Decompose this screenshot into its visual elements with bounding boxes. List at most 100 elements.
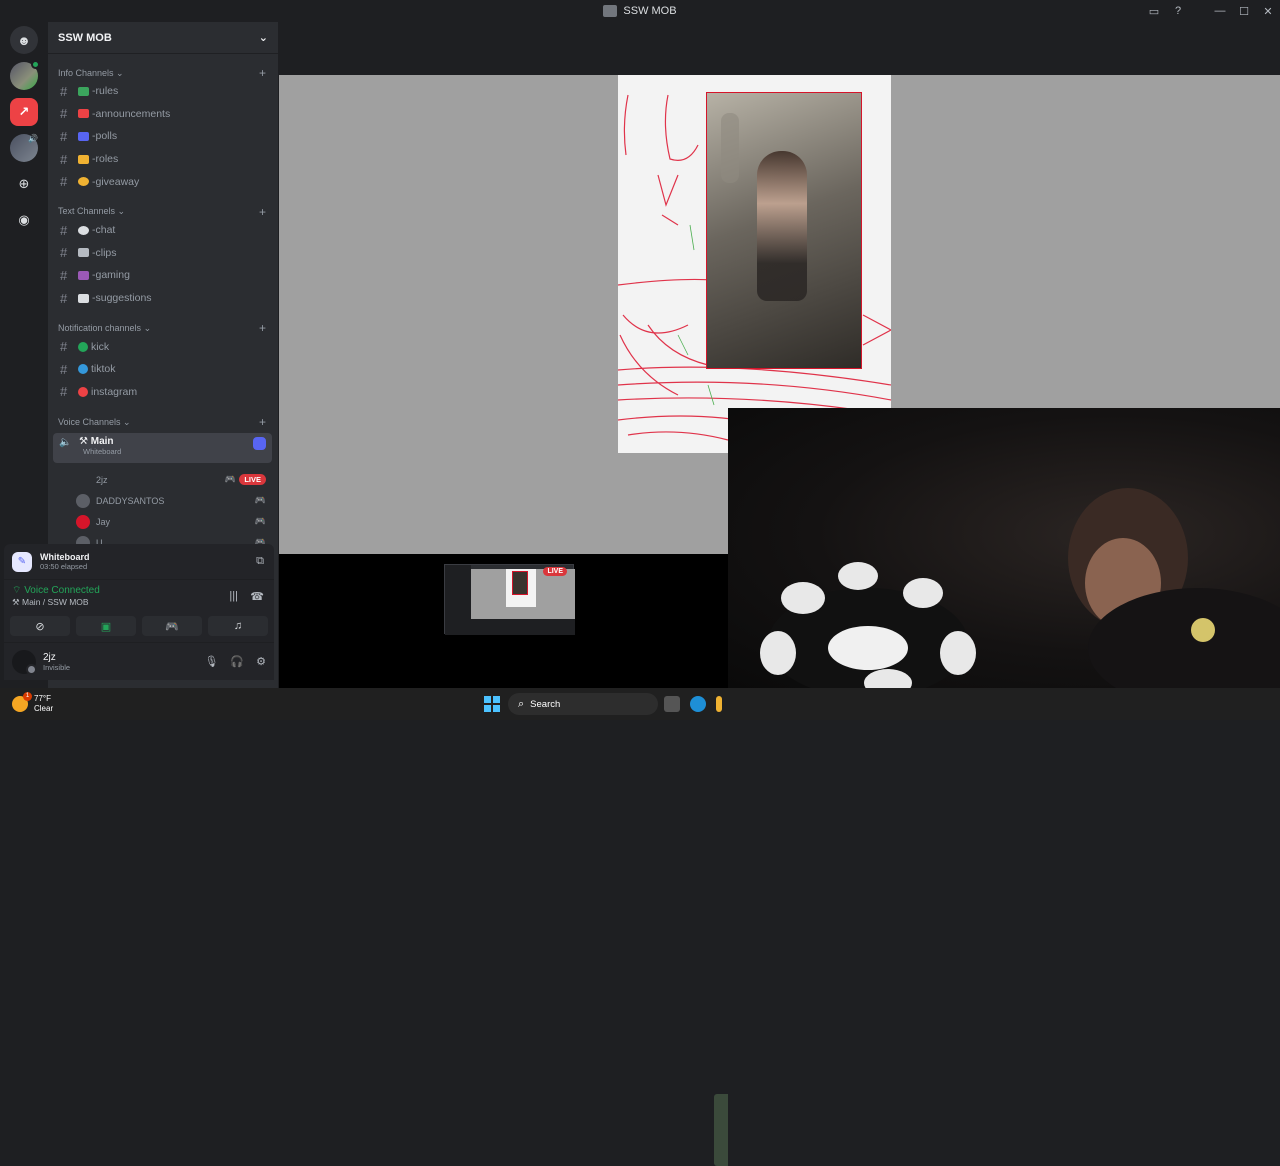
- activity-button[interactable]: 🎮: [142, 616, 202, 636]
- username[interactable]: 2jz: [43, 652, 70, 663]
- window-title: SSW MOB: [603, 5, 677, 17]
- hash-icon: #: [60, 151, 68, 167]
- maximize-button[interactable]: ☐: [1232, 5, 1256, 18]
- headphones-icon[interactable]: 🎧: [230, 655, 244, 668]
- server-icon-3[interactable]: 🔊: [10, 134, 38, 162]
- disconnect-icon[interactable]: ☎: [250, 590, 264, 603]
- channel-kick[interactable]: # kick: [48, 335, 278, 358]
- channel-label: -roles: [92, 153, 119, 166]
- channel-label: -polls: [92, 130, 118, 143]
- webcam-feed[interactable]: [728, 408, 1280, 688]
- avatar: [76, 473, 90, 487]
- chart-icon: [78, 131, 89, 141]
- voice-user-name: Jay: [96, 516, 111, 527]
- server-name: SSW MOB: [58, 31, 112, 44]
- voice-channel-main[interactable]: 🔈 ⚒ Main Whiteboard: [53, 433, 272, 464]
- help-icon[interactable]: ?: [1166, 5, 1190, 17]
- category-label: Notification channels: [58, 322, 142, 333]
- activity-icon[interactable]: [253, 437, 266, 451]
- channel-chat[interactable]: # -chat: [48, 219, 278, 242]
- server-icon-2[interactable]: ↗: [10, 98, 38, 126]
- chevron-down-icon: ⌄: [258, 32, 268, 44]
- voice-user-2jz[interactable]: 2jz 🎮 LIVE: [48, 469, 278, 490]
- start-button[interactable]: [484, 696, 500, 712]
- add-channel-icon[interactable]: +: [259, 205, 266, 219]
- edge-icon[interactable]: [690, 696, 706, 712]
- soundboard-button[interactable]: ♫: [208, 616, 268, 636]
- stream-thumbnails: LIVE: [279, 554, 728, 1166]
- home-button[interactable]: ☻: [10, 26, 38, 54]
- popout-icon[interactable]: ⧉: [256, 555, 264, 568]
- voice-user-daddysantos[interactable]: DADDYSANTOS 🎮: [48, 490, 278, 511]
- user-status: Invisible: [43, 662, 71, 672]
- add-channel-icon[interactable]: +: [259, 321, 266, 335]
- voice-panel: ✎ Whiteboard 03:50 elapsed ⧉ ⌔ Voice Con…: [4, 544, 274, 680]
- category-text[interactable]: Text Channels ⌄ +: [48, 205, 278, 219]
- category-info[interactable]: Info Channels ⌄ +: [48, 66, 278, 80]
- hammer-icon: ⚒: [79, 436, 88, 448]
- voice-location[interactable]: Main / SSW MOB: [22, 597, 89, 607]
- activity-status[interactable]: ✎ Whiteboard 03:50 elapsed ⧉: [4, 544, 274, 580]
- window-title-text: SSW MOB: [623, 5, 677, 17]
- stream-thumbnail[interactable]: LIVE: [444, 564, 575, 635]
- channel-roles[interactable]: # -roles: [48, 148, 278, 171]
- explore-button[interactable]: ◉: [10, 206, 38, 234]
- megaphone-icon: [78, 109, 89, 119]
- search-box[interactable]: ⌕ Search: [508, 693, 658, 715]
- weather-widget[interactable]: 77°F Clear: [12, 692, 53, 714]
- channel-rules[interactable]: # -rules: [48, 80, 278, 103]
- noise-suppression-icon[interactable]: |||: [229, 590, 238, 602]
- voice-user-jay[interactable]: Jay 🎮: [48, 511, 278, 532]
- channel-tiktok[interactable]: # tiktok: [48, 358, 278, 381]
- stream-stage: LIVE: [279, 22, 1280, 1166]
- channel-polls[interactable]: # -polls: [48, 125, 278, 148]
- minimize-button[interactable]: —: [1208, 5, 1232, 17]
- channel-suggestions[interactable]: # -suggestions: [48, 287, 278, 310]
- taskbar: 77°F Clear ⌕ Search: [0, 688, 1280, 720]
- gear-icon[interactable]: ⚙: [256, 655, 266, 668]
- channel-giveaway[interactable]: # -giveaway: [48, 170, 278, 193]
- channel-instagram[interactable]: # instagram: [48, 381, 278, 404]
- note-icon: [78, 293, 89, 303]
- hash-icon: #: [60, 174, 68, 190]
- participant-tile[interactable]: [714, 1094, 728, 1166]
- add-channel-icon[interactable]: +: [259, 66, 266, 80]
- channel-gaming[interactable]: # -gaming: [48, 264, 278, 287]
- pasted-photo[interactable]: [706, 92, 862, 369]
- stage-header: [279, 22, 1280, 75]
- channel-label: -giveaway: [92, 175, 140, 188]
- channel-clips[interactable]: # -clips: [48, 242, 278, 265]
- live-badge[interactable]: LIVE: [239, 474, 266, 486]
- microphone-icon[interactable]: 🎙: [204, 655, 218, 668]
- whiteboard-icon: ✎: [12, 551, 32, 572]
- close-button[interactable]: ✕: [1256, 5, 1280, 18]
- voice-status[interactable]: Voice Connected: [24, 585, 100, 596]
- server-header[interactable]: SSW MOB ⌄: [48, 22, 278, 54]
- avatar[interactable]: [12, 649, 37, 675]
- hash-icon: #: [60, 339, 68, 355]
- task-view-icon[interactable]: [664, 696, 680, 712]
- explorer-icon[interactable]: [716, 696, 722, 712]
- hash-icon: #: [60, 245, 68, 261]
- online-indicator: [31, 60, 40, 69]
- channel-label: -chat: [92, 224, 116, 237]
- temperature: 77°F: [34, 694, 51, 703]
- category-voice[interactable]: Voice Channels ⌄ +: [48, 415, 278, 429]
- category-notifications[interactable]: Notification channels ⌄ +: [48, 321, 278, 335]
- add-channel-icon[interactable]: +: [259, 415, 266, 429]
- camera-off-button[interactable]: ⊘: [10, 616, 70, 636]
- add-server-button[interactable]: ⊕: [10, 170, 38, 198]
- voice-channel-activity: Whiteboard: [83, 447, 122, 457]
- voice-connection: ⌔ Voice Connected ⚒ Main / SSW MOB ||| ☎: [4, 580, 274, 614]
- screen-share-button[interactable]: ▣: [76, 616, 136, 636]
- signal-icon: ⌔: [12, 585, 22, 596]
- hash-icon: #: [60, 384, 68, 400]
- server-icon-1[interactable]: [10, 60, 40, 90]
- avatar: [76, 493, 90, 508]
- inbox-icon[interactable]: ▭: [1142, 5, 1166, 18]
- controller-icon: [78, 270, 89, 280]
- channel-announcements[interactable]: # -announcements: [48, 103, 278, 126]
- game-icon: 🎮: [254, 516, 266, 527]
- blue-circle-icon: [78, 364, 88, 375]
- avatar: [76, 514, 90, 529]
